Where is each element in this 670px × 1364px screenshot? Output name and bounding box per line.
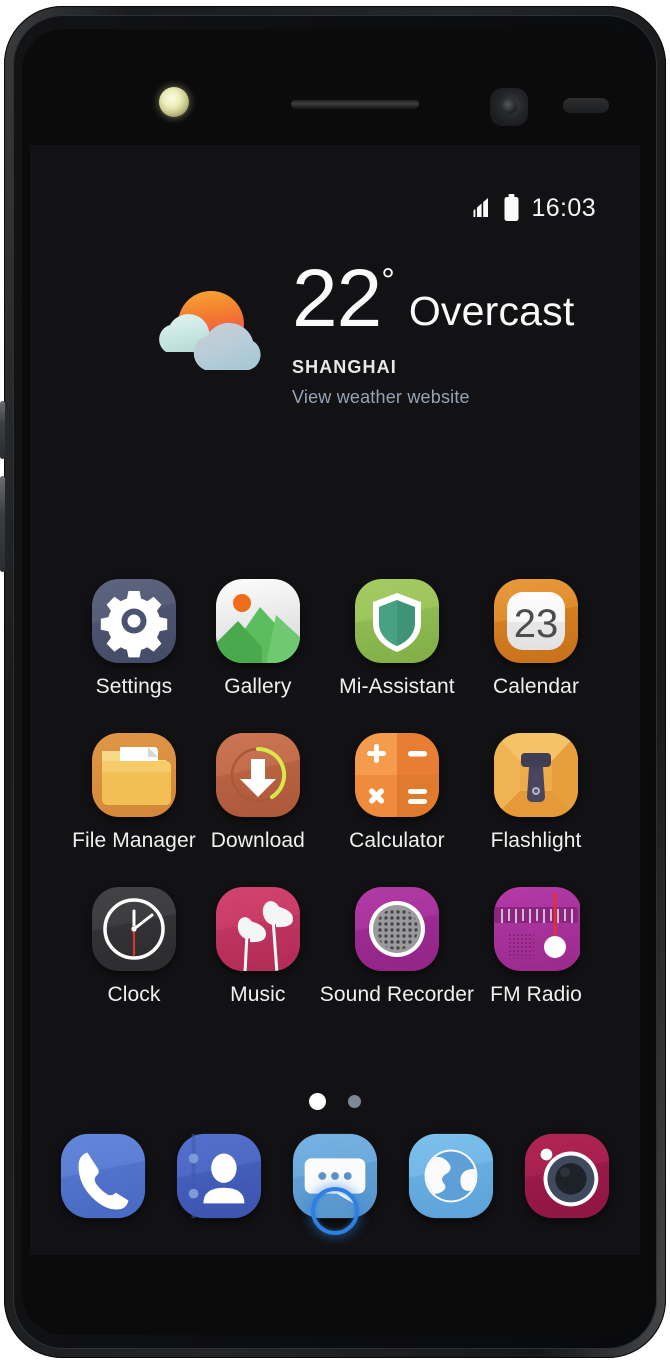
calculator-icon xyxy=(354,733,439,817)
app-clock[interactable]: Clock xyxy=(72,885,196,1007)
weather-website-link[interactable]: View weather website xyxy=(292,387,470,408)
weather-city: SHANGHAI xyxy=(292,357,397,377)
microphone-icon xyxy=(354,887,439,971)
app-label: Mi-Assistant xyxy=(339,675,455,698)
signal-bars-icon xyxy=(466,196,489,220)
app-label: Calculator xyxy=(349,829,445,852)
page-dot-inactive[interactable] xyxy=(348,1095,361,1108)
phone-frame: 16:03 22 ° Overcast SHANGHAI View weathe… xyxy=(13,15,657,1349)
weather-widget[interactable]: 22 ° Overcast SHANGHAI View weather webs… xyxy=(30,253,640,450)
mountains-photo-icon xyxy=(215,579,300,663)
led-flash-icon xyxy=(159,87,189,117)
app-label: Clock xyxy=(107,983,161,1006)
front-camera-icon xyxy=(490,88,528,126)
phone-glass: 16:03 22 ° Overcast SHANGHAI View weathe… xyxy=(22,29,648,1335)
bottom-bezel xyxy=(22,1135,648,1335)
proximity-sensor-icon xyxy=(563,98,609,113)
app-fm-radio[interactable]: FM Radio xyxy=(474,885,598,1007)
status-bar: 16:03 xyxy=(464,193,596,223)
app-calculator[interactable]: Calculator xyxy=(320,731,474,853)
analog-clock-icon xyxy=(91,887,176,971)
power-button[interactable] xyxy=(0,476,5,572)
app-label: Music xyxy=(230,983,286,1006)
app-settings[interactable]: Settings xyxy=(72,577,196,699)
home-screen: 16:03 22 ° Overcast SHANGHAI View weathe… xyxy=(30,145,640,1255)
app-label: Settings xyxy=(95,675,173,698)
weather-condition: Overcast xyxy=(408,288,575,334)
phone-device: 16:03 22 ° Overcast SHANGHAI View weathe… xyxy=(0,6,666,1358)
app-music[interactable]: Music xyxy=(196,885,320,1007)
app-mi-assistant[interactable]: Mi-Assistant xyxy=(320,577,474,699)
home-button[interactable] xyxy=(311,1187,359,1235)
app-grid: Settings Gallery Mi-Assistant 23 Calenda… xyxy=(30,577,640,1007)
app-label: Gallery xyxy=(224,675,292,698)
app-calendar[interactable]: 23 Calendar xyxy=(474,577,598,699)
radio-tuner-icon xyxy=(494,887,581,971)
volume-button[interactable] xyxy=(0,401,5,459)
earpiece-speaker-icon xyxy=(291,100,419,108)
download-arrow-icon xyxy=(215,733,300,817)
app-file-manager[interactable]: File Manager xyxy=(72,731,196,853)
page-indicator xyxy=(30,1093,640,1110)
app-label: FM Radio xyxy=(490,983,582,1006)
earbuds-icon xyxy=(215,887,300,971)
top-bezel xyxy=(22,29,648,145)
app-flashlight[interactable]: Flashlight xyxy=(474,731,598,853)
page-dot-active[interactable] xyxy=(309,1093,326,1110)
shield-icon xyxy=(354,579,439,663)
weather-degree-symbol: ° xyxy=(381,262,395,300)
sun-behind-clouds-icon xyxy=(159,291,261,370)
calendar-23-icon: 23 xyxy=(494,579,579,663)
app-label: Download xyxy=(210,829,305,852)
app-label: Sound Recorder xyxy=(319,983,475,1006)
weather-temperature-block: 22 ° Overcast xyxy=(292,253,575,344)
app-gallery[interactable]: Gallery xyxy=(196,577,320,699)
app-download[interactable]: Download xyxy=(196,731,320,853)
svg-text:23: 23 xyxy=(514,602,559,646)
app-label: Flashlight xyxy=(490,829,582,852)
app-sound-recorder[interactable]: Sound Recorder xyxy=(320,885,474,1007)
app-label: Calendar xyxy=(493,675,580,698)
battery-full-icon xyxy=(504,194,519,221)
app-label: File Manager xyxy=(72,829,196,852)
gear-icon xyxy=(91,579,176,663)
torch-icon xyxy=(494,733,579,817)
folder-document-icon xyxy=(91,733,176,817)
status-bar-clock: 16:03 xyxy=(531,193,596,222)
weather-temperature: 22 xyxy=(292,253,382,344)
